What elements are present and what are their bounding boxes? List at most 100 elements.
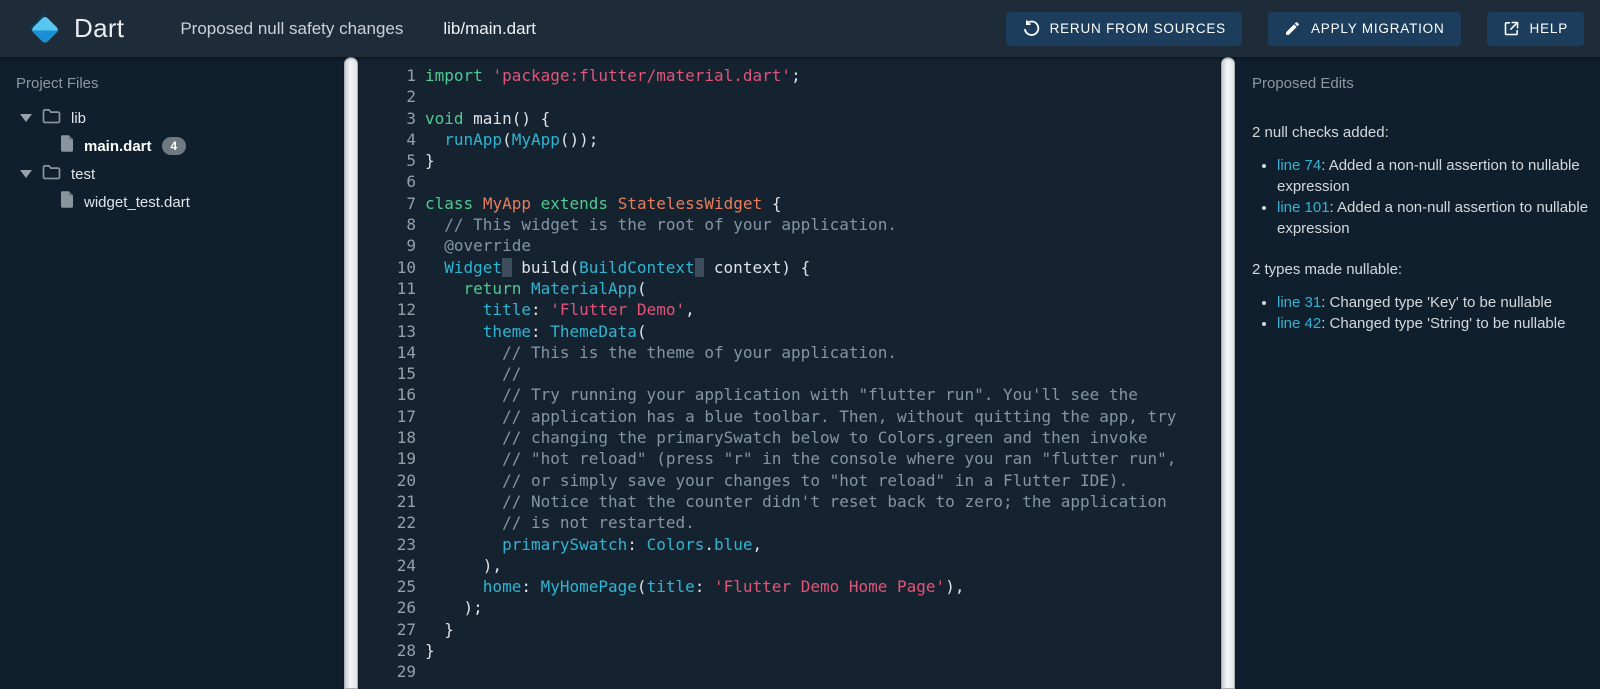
code-editor: 1import 'package:flutter/material.dart';… [359, 57, 1220, 689]
code-line: 2 [359, 86, 1220, 107]
sidebar-item-test-folder[interactable]: test [0, 160, 343, 188]
line-number: 11 [359, 278, 425, 299]
edits-list: line 74: Added a non-null assertion to n… [1252, 155, 1590, 239]
apply-migration-button[interactable]: APPLY MIGRATION [1268, 12, 1461, 46]
code-token: 'Flutter Demo' [550, 300, 685, 319]
edit-line-link[interactable]: line 31 [1277, 294, 1321, 311]
code-line: 9 @override [359, 235, 1220, 256]
proposed-edits-title: Proposed Edits [1252, 75, 1590, 110]
code-line-content: // is not restarted. [425, 512, 695, 533]
code-token: title [483, 300, 531, 319]
scrollbar-thumb[interactable] [344, 57, 358, 689]
file-panel-scrollbar[interactable] [343, 57, 359, 689]
code-line: 25 home: MyHomePage(title: 'Flutter Demo… [359, 576, 1220, 597]
code-token: Colors [647, 535, 705, 554]
code-token: build( [512, 258, 579, 277]
code-line-content: // application has a blue toolbar. Then,… [425, 406, 1176, 427]
line-number: 20 [359, 470, 425, 491]
scrollbar-thumb[interactable] [1221, 57, 1235, 689]
help-label: HELP [1530, 21, 1568, 36]
app-title: Dart [74, 13, 124, 44]
code-token: ( [637, 279, 647, 298]
code-token [425, 258, 444, 277]
line-number: 16 [359, 384, 425, 405]
code-token: // [502, 364, 521, 383]
folder-label: test [71, 166, 95, 183]
code-token: return [464, 279, 522, 298]
edit-line-link[interactable]: line 42 [1277, 315, 1321, 332]
sidebar-item-main-dart[interactable]: main.dart 4 [0, 132, 343, 160]
code-token: main() { [464, 109, 551, 128]
proposed-edits-panel: Proposed Edits 2 null checks added: line… [1236, 57, 1600, 689]
code-token: 'package:flutter/material.dart' [492, 66, 791, 85]
main-layout: Project Files lib main.dart 4 [0, 57, 1600, 689]
code-panel-scrollbar[interactable] [1220, 57, 1236, 689]
line-number: 22 [359, 512, 425, 533]
code-token: ; [791, 66, 801, 85]
code-token: Widget [444, 258, 502, 277]
code-line: 24 ), [359, 555, 1220, 576]
code-line: 7class MyApp extends StatelessWidget { [359, 193, 1220, 214]
code-token [425, 535, 502, 554]
sidebar-item-lib-folder[interactable]: lib [0, 104, 343, 132]
chevron-down-icon[interactable] [20, 114, 32, 122]
code-token: ), [945, 577, 964, 596]
code-token: runApp [444, 130, 502, 149]
edit-item: line 101: Added a non-null assertion to … [1277, 197, 1590, 239]
code-line: 11 return MaterialApp( [359, 278, 1220, 299]
file-label: main.dart [84, 138, 152, 155]
code-line: 18 // changing the primarySwatch below t… [359, 427, 1220, 448]
project-files-panel: Project Files lib main.dart 4 [0, 57, 343, 689]
code-token: ); [425, 598, 483, 617]
code-token: ), [425, 556, 502, 575]
code-token: // Notice that the counter didn't reset … [502, 492, 1167, 511]
line-number: 21 [359, 491, 425, 512]
code-line-content: } [425, 640, 435, 661]
code-token: MyApp [483, 194, 531, 213]
code-token [425, 449, 502, 468]
edit-count-badge: 4 [162, 137, 187, 155]
code-token [425, 513, 502, 532]
code-line-content: ); [425, 597, 483, 618]
code-token: MyApp [512, 130, 560, 149]
code-token [425, 322, 483, 341]
folder-icon [42, 108, 61, 129]
edit-line-link[interactable]: line 101 [1277, 199, 1330, 216]
breadcrumb-title: Proposed null safety changes [180, 19, 403, 39]
code-token: , [685, 300, 695, 319]
code-token: } [425, 151, 435, 170]
pencil-icon [1284, 20, 1301, 37]
code-line-content: } [425, 619, 454, 640]
edit-description: : Changed type 'String' to be nullable [1321, 315, 1565, 332]
line-number: 29 [359, 661, 425, 682]
project-files-title: Project Files [0, 67, 343, 104]
nullability-hint-region[interactable] [502, 258, 512, 277]
line-number: 17 [359, 406, 425, 427]
edit-description: : Changed type 'Key' to be nullable [1321, 294, 1552, 311]
code-token: } [425, 641, 435, 660]
code-line-content: class MyApp extends StatelessWidget { [425, 193, 781, 214]
nullability-hint-region[interactable] [695, 258, 705, 277]
edits-section-heading: 2 null checks added: [1252, 124, 1590, 141]
help-button[interactable]: HELP [1487, 12, 1584, 46]
edit-line-link[interactable]: line 74 [1277, 157, 1321, 174]
topbar-actions: RERUN FROM SOURCES APPLY MIGRATION HELP [1006, 12, 1584, 46]
code-token: : [531, 300, 550, 319]
line-number: 19 [359, 448, 425, 469]
chevron-down-icon[interactable] [20, 170, 32, 178]
code-token [425, 130, 444, 149]
apply-label: APPLY MIGRATION [1311, 21, 1445, 36]
code-line-content: @override [425, 235, 531, 256]
sidebar-item-widget-test-dart[interactable]: widget_test.dart [0, 188, 343, 216]
code-token: ThemeData [550, 322, 637, 341]
rerun-from-sources-button[interactable]: RERUN FROM SOURCES [1006, 12, 1242, 46]
line-number: 2 [359, 86, 425, 107]
code-line: 1import 'package:flutter/material.dart'; [359, 65, 1220, 86]
code-token: import [425, 66, 483, 85]
code-token [425, 428, 502, 447]
code-token [425, 407, 502, 426]
code-line-content: // Try running your application with "fl… [425, 384, 1138, 405]
code-line: 6 [359, 171, 1220, 192]
code-token: // or simply save your changes to "hot r… [502, 471, 1128, 490]
code-token: // This widget is the root of your appli… [444, 215, 897, 234]
